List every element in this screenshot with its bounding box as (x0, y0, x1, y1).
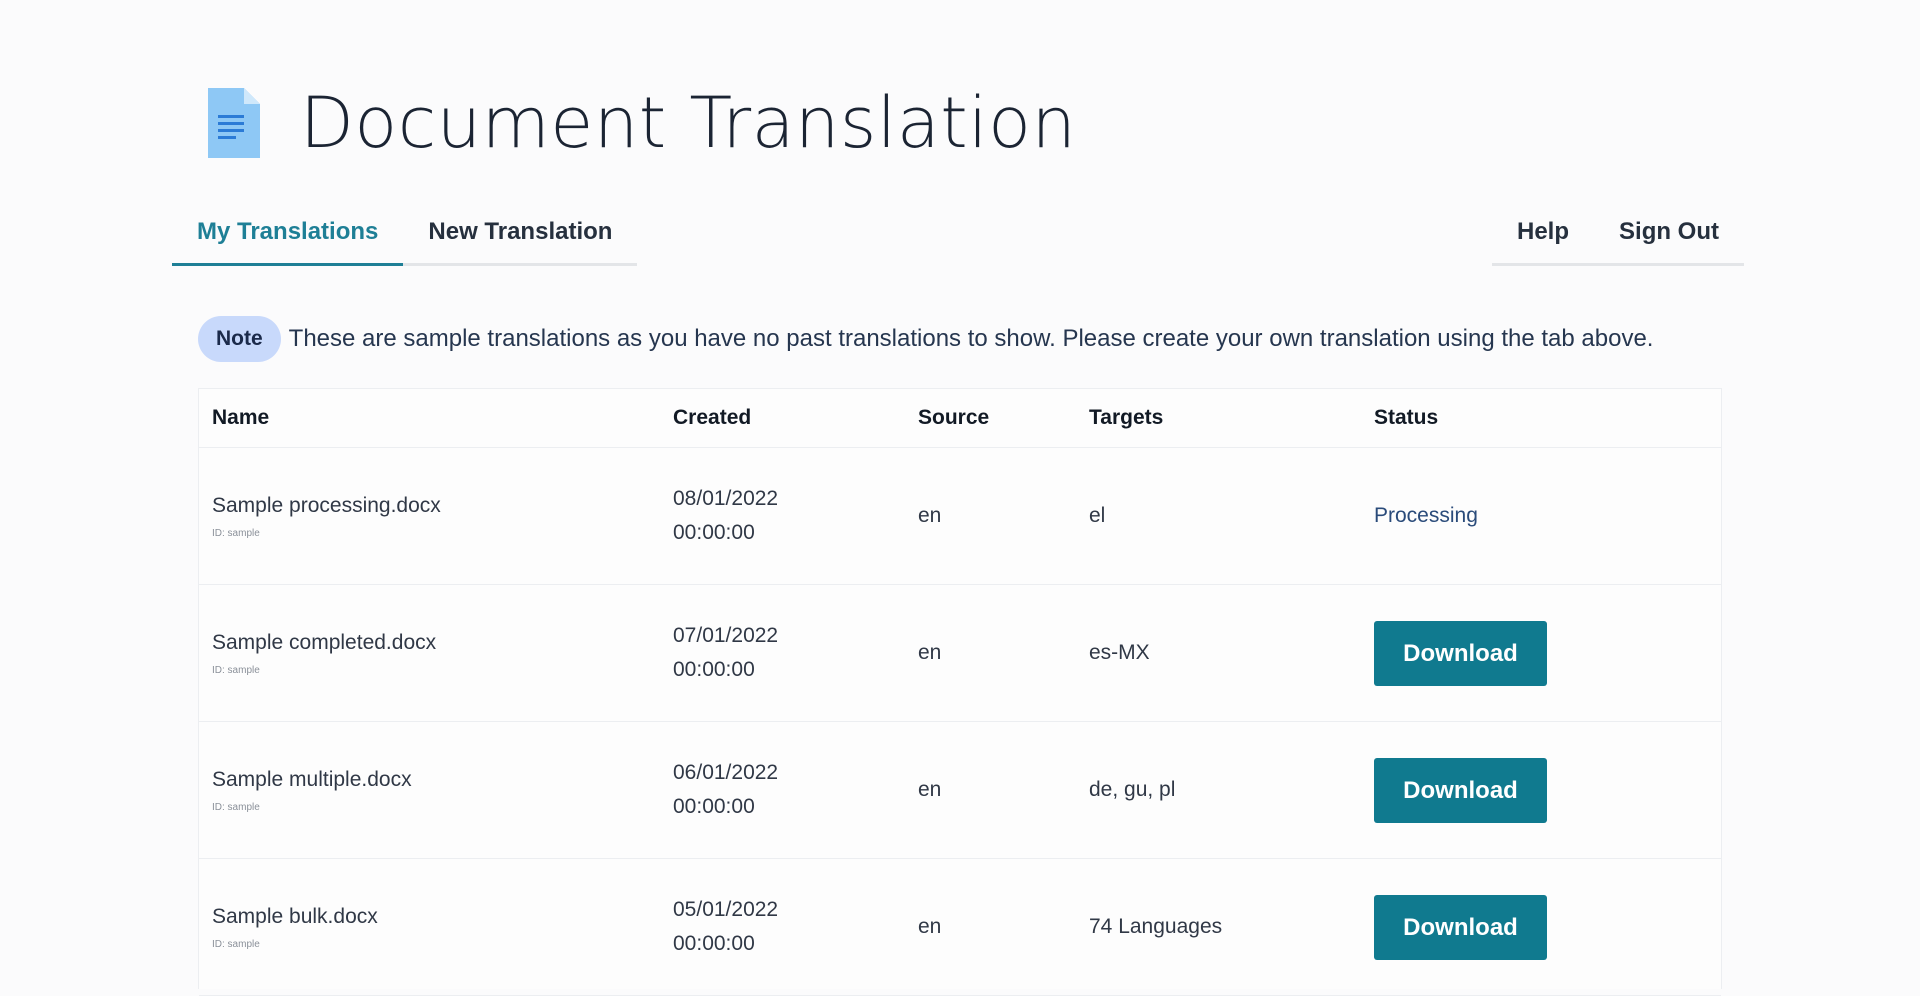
name-cell: Sample multiple.docx ID: sample (199, 721, 660, 859)
column-header-status: Status (1361, 389, 1721, 448)
file-id: ID: sample (212, 527, 260, 539)
page-header: Document Translation (206, 78, 1076, 168)
note-text: These are sample translations as you hav… (288, 325, 1654, 352)
help-link[interactable]: Help (1492, 200, 1594, 263)
nav-tabs: My Translations New Translation (172, 200, 638, 266)
created-date: 06/01/2022 (673, 761, 779, 784)
download-button[interactable]: Download (1374, 757, 1547, 823)
status-cell: Download (1361, 858, 1721, 996)
name-cell: Sample bulk.docx ID: sample (199, 858, 660, 996)
tab-new-translation[interactable]: New Translation (403, 200, 637, 263)
status-text: Processing (1374, 504, 1478, 527)
note-badge: Note (198, 316, 281, 362)
status-cell: Processing (1361, 447, 1721, 585)
created-cell: 07/01/2022 00:00:00 (660, 584, 905, 722)
table-row: Sample processing.docx ID: sample 08/01/… (199, 447, 1721, 585)
status-cell: Download (1361, 721, 1721, 859)
name-cell: Sample completed.docx ID: sample (199, 584, 660, 722)
created-date: 07/01/2022 (673, 624, 779, 647)
file-name: Sample processing.docx (212, 493, 441, 517)
download-button[interactable]: Download (1374, 894, 1547, 960)
column-header-source: Source (905, 389, 1076, 448)
file-name: Sample bulk.docx (212, 904, 378, 928)
targets-cell: el (1076, 447, 1361, 585)
translations-table: Name Created Source Targets Status Sampl… (198, 388, 1722, 996)
tab-my-translations[interactable]: My Translations (172, 200, 404, 266)
column-header-name: Name (199, 389, 660, 448)
targets-cell: 74 Languages (1076, 858, 1361, 996)
name-cell: Sample processing.docx ID: sample (199, 447, 660, 585)
table-row: Sample bulk.docx ID: sample 05/01/2022 0… (199, 858, 1721, 996)
note-banner: Note These are sample translations as yo… (198, 316, 1653, 362)
targets-cell: de, gu, pl (1076, 721, 1361, 859)
created-time: 00:00:00 (673, 795, 755, 818)
file-id: ID: sample (212, 801, 260, 813)
created-time: 00:00:00 (673, 658, 755, 681)
sign-out-link[interactable]: Sign Out (1594, 200, 1744, 263)
nav-actions: Help Sign Out (1492, 200, 1744, 266)
file-id: ID: sample (212, 938, 260, 950)
created-cell: 06/01/2022 00:00:00 (660, 721, 905, 859)
targets-cell: es-MX (1076, 584, 1361, 722)
source-cell: en (905, 721, 1076, 859)
created-cell: 08/01/2022 00:00:00 (660, 447, 905, 585)
file-name: Sample multiple.docx (212, 767, 412, 791)
page-title: Document Translation (300, 82, 1077, 164)
source-cell: en (905, 447, 1076, 585)
file-id: ID: sample (212, 664, 260, 676)
file-name: Sample completed.docx (212, 630, 437, 654)
created-date: 08/01/2022 (673, 487, 779, 510)
created-date: 05/01/2022 (673, 898, 779, 921)
created-time: 00:00:00 (673, 521, 755, 544)
created-time: 00:00:00 (673, 932, 755, 955)
column-header-targets: Targets (1076, 389, 1361, 448)
column-header-created: Created (660, 389, 905, 448)
source-cell: en (905, 858, 1076, 996)
download-button[interactable]: Download (1374, 620, 1547, 686)
created-cell: 05/01/2022 00:00:00 (660, 858, 905, 996)
source-cell: en (905, 584, 1076, 722)
table-header-row: Name Created Source Targets Status (199, 389, 1721, 448)
nav-bar: My Translations New Translation Help Sig… (172, 200, 1744, 266)
table-row: Sample completed.docx ID: sample 07/01/2… (199, 584, 1721, 722)
document-icon (208, 88, 260, 158)
table-row: Sample multiple.docx ID: sample 06/01/20… (199, 721, 1721, 859)
status-cell: Download (1361, 584, 1721, 722)
